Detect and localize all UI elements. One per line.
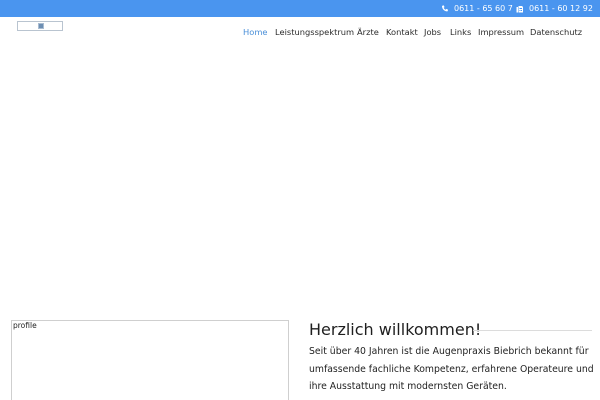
nav-item-aerzte[interactable]: Ärzte (357, 27, 379, 37)
profile-alt-text: profile (13, 321, 37, 330)
nav-item-leistungsspektrum[interactable]: Leistungsspektrum (275, 27, 354, 37)
profile-image: profile (11, 320, 289, 400)
nav-item-datenschutz[interactable]: Datenschutz (530, 27, 582, 37)
main-navigation: Home Leistungsspektrum Ärzte Kontakt Job… (0, 27, 600, 39)
phone-number: 0611 - 65 60 7 (454, 4, 513, 13)
welcome-paragraph: Seit über 40 Jahren ist die Augenpraxis … (309, 346, 594, 392)
fax-icon (516, 5, 523, 12)
heading-divider (473, 330, 592, 331)
phone-link[interactable]: 0611 - 65 60 7 (441, 4, 513, 13)
welcome-heading: Herzlich willkommen! (309, 320, 482, 339)
nav-item-impressum[interactable]: Impressum (478, 27, 524, 37)
top-contact-bar: 0611 - 65 60 7 0611 - 60 12 92 (0, 0, 600, 17)
nav-item-kontakt[interactable]: Kontakt (386, 27, 418, 37)
fax-number: 0611 - 60 12 92 (529, 4, 593, 13)
nav-item-links[interactable]: Links (450, 27, 471, 37)
phone-icon (441, 4, 448, 11)
nav-item-jobs[interactable]: Jobs (424, 27, 441, 37)
fax-link[interactable]: 0611 - 60 12 92 (516, 4, 593, 13)
nav-item-home[interactable]: Home (243, 27, 268, 37)
